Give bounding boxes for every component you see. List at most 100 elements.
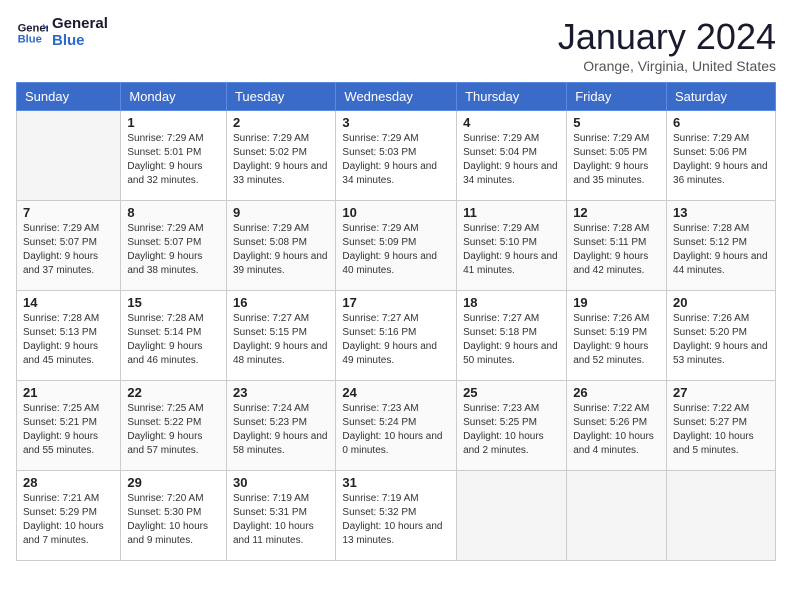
day-number: 24 xyxy=(342,385,450,400)
calendar-cell: 14Sunrise: 7:28 AMSunset: 5:13 PMDayligh… xyxy=(17,291,121,381)
calendar-cell: 26 Sunrise: 7:22 AMSunset: 5:26 PMDayligh… xyxy=(567,381,667,471)
svg-text:Blue: Blue xyxy=(18,33,42,45)
calendar-cell xyxy=(567,471,667,561)
calendar-subtitle: Orange, Virginia, United States xyxy=(558,58,776,74)
calendar-cell: 22 Sunrise: 7:25 AMSunset: 5:22 PMDayligh… xyxy=(121,381,227,471)
day-info: Sunrise: 7:29 AMSunset: 5:10 PMDaylight:… xyxy=(463,222,560,278)
day-number: 23 xyxy=(233,385,329,400)
day-info: Sunrise: 7:22 AMSunset: 5:27 PMDaylight:… xyxy=(673,402,769,458)
day-number: 28 xyxy=(23,475,114,490)
calendar-cell: 19Sunrise: 7:26 AMSunset: 5:19 PMDayligh… xyxy=(567,291,667,381)
header-day: Monday xyxy=(121,83,227,111)
calendar-cell: 10 Sunrise: 7:29 AMSunset: 5:09 PMDayligh… xyxy=(336,201,457,291)
day-number: 5 xyxy=(573,115,660,130)
day-info: Sunrise: 7:29 AMSunset: 5:03 PMDaylight:… xyxy=(342,132,450,188)
calendar-table: SundayMondayTuesdayWednesdayThursdayFrid… xyxy=(16,82,776,561)
calendar-cell: 1Sunrise: 7:29 AMSunset: 5:01 PMDaylight… xyxy=(121,111,227,201)
calendar-cell: 21 Sunrise: 7:25 AMSunset: 5:21 PMDayligh… xyxy=(17,381,121,471)
day-info: Sunrise: 7:29 AMSunset: 5:08 PMDaylight:… xyxy=(233,222,329,278)
calendar-cell: 5Sunrise: 7:29 AMSunset: 5:05 PMDaylight… xyxy=(567,111,667,201)
calendar-cell: 27 Sunrise: 7:22 AMSunset: 5:27 PMDayligh… xyxy=(667,381,776,471)
calendar-cell: 31 Sunrise: 7:19 AMSunset: 5:32 PMDayligh… xyxy=(336,471,457,561)
header-day: Tuesday xyxy=(226,83,335,111)
day-number: 7 xyxy=(23,205,114,220)
day-info: Sunrise: 7:25 AMSunset: 5:22 PMDaylight:… xyxy=(127,402,220,458)
calendar-cell: 16 Sunrise: 7:27 AMSunset: 5:15 PMDayligh… xyxy=(226,291,335,381)
calendar-cell: 15 Sunrise: 7:28 AMSunset: 5:14 PMDayligh… xyxy=(121,291,227,381)
day-info: Sunrise: 7:27 AMSunset: 5:15 PMDaylight:… xyxy=(233,312,329,368)
calendar-cell xyxy=(667,471,776,561)
calendar-cell: 18 Sunrise: 7:27 AMSunset: 5:18 PMDayligh… xyxy=(457,291,567,381)
calendar-cell: 8 Sunrise: 7:29 AMSunset: 5:07 PMDaylight… xyxy=(121,201,227,291)
header-day: Thursday xyxy=(457,83,567,111)
day-info: Sunrise: 7:28 AMSunset: 5:14 PMDaylight:… xyxy=(127,312,220,368)
calendar-week-row: 21 Sunrise: 7:25 AMSunset: 5:21 PMDayligh… xyxy=(17,381,776,471)
calendar-cell: 25Sunrise: 7:23 AMSunset: 5:25 PMDayligh… xyxy=(457,381,567,471)
calendar-cell: 17Sunrise: 7:27 AMSunset: 5:16 PMDayligh… xyxy=(336,291,457,381)
day-number: 2 xyxy=(233,115,329,130)
calendar-cell: 29 Sunrise: 7:20 AMSunset: 5:30 PMDayligh… xyxy=(121,471,227,561)
day-number: 27 xyxy=(673,385,769,400)
day-number: 12 xyxy=(573,205,660,220)
day-number: 22 xyxy=(127,385,220,400)
day-info: Sunrise: 7:28 AMSunset: 5:11 PMDaylight:… xyxy=(573,222,660,278)
calendar-cell: 23 Sunrise: 7:24 AMSunset: 5:23 PMDayligh… xyxy=(226,381,335,471)
calendar-week-row: 14Sunrise: 7:28 AMSunset: 5:13 PMDayligh… xyxy=(17,291,776,381)
day-info: Sunrise: 7:22 AMSunset: 5:26 PMDaylight:… xyxy=(573,402,660,458)
day-number: 14 xyxy=(23,295,114,310)
title-area: January 2024 Orange, Virginia, United St… xyxy=(558,16,776,74)
day-info: Sunrise: 7:29 AMSunset: 5:07 PMDaylight:… xyxy=(127,222,220,278)
calendar-cell: 4Sunrise: 7:29 AMSunset: 5:04 PMDaylight… xyxy=(457,111,567,201)
day-info: Sunrise: 7:29 AMSunset: 5:02 PMDaylight:… xyxy=(233,132,329,188)
calendar-cell: 2 Sunrise: 7:29 AMSunset: 5:02 PMDaylight… xyxy=(226,111,335,201)
header-day: Sunday xyxy=(17,83,121,111)
calendar-cell: 6 Sunrise: 7:29 AMSunset: 5:06 PMDaylight… xyxy=(667,111,776,201)
calendar-week-row: 7 Sunrise: 7:29 AMSunset: 5:07 PMDaylight… xyxy=(17,201,776,291)
logo: General Blue General Blue xyxy=(16,16,108,49)
day-info: Sunrise: 7:23 AMSunset: 5:24 PMDaylight:… xyxy=(342,402,450,458)
calendar-week-row: 1Sunrise: 7:29 AMSunset: 5:01 PMDaylight… xyxy=(17,111,776,201)
day-number: 13 xyxy=(673,205,769,220)
day-number: 9 xyxy=(233,205,329,220)
header-day: Saturday xyxy=(667,83,776,111)
calendar-cell: 7 Sunrise: 7:29 AMSunset: 5:07 PMDaylight… xyxy=(17,201,121,291)
calendar-cell xyxy=(457,471,567,561)
day-number: 21 xyxy=(23,385,114,400)
day-info: Sunrise: 7:20 AMSunset: 5:30 PMDaylight:… xyxy=(127,492,220,548)
day-info: Sunrise: 7:29 AMSunset: 5:04 PMDaylight:… xyxy=(463,132,560,188)
day-info: Sunrise: 7:28 AMSunset: 5:12 PMDaylight:… xyxy=(673,222,769,278)
day-number: 29 xyxy=(127,475,220,490)
calendar-cell: 11 Sunrise: 7:29 AMSunset: 5:10 PMDayligh… xyxy=(457,201,567,291)
day-info: Sunrise: 7:25 AMSunset: 5:21 PMDaylight:… xyxy=(23,402,114,458)
day-number: 16 xyxy=(233,295,329,310)
day-info: Sunrise: 7:26 AMSunset: 5:19 PMDaylight:… xyxy=(573,312,660,368)
calendar-cell: 24 Sunrise: 7:23 AMSunset: 5:24 PMDayligh… xyxy=(336,381,457,471)
header-day: Wednesday xyxy=(336,83,457,111)
day-number: 15 xyxy=(127,295,220,310)
day-info: Sunrise: 7:29 AMSunset: 5:06 PMDaylight:… xyxy=(673,132,769,188)
calendar-cell: 20Sunrise: 7:26 AMSunset: 5:20 PMDayligh… xyxy=(667,291,776,381)
day-info: Sunrise: 7:29 AMSunset: 5:09 PMDaylight:… xyxy=(342,222,450,278)
day-number: 8 xyxy=(127,205,220,220)
day-info: Sunrise: 7:24 AMSunset: 5:23 PMDaylight:… xyxy=(233,402,329,458)
day-number: 31 xyxy=(342,475,450,490)
day-info: Sunrise: 7:29 AMSunset: 5:01 PMDaylight:… xyxy=(127,132,220,188)
day-number: 18 xyxy=(463,295,560,310)
day-info: Sunrise: 7:19 AMSunset: 5:32 PMDaylight:… xyxy=(342,492,450,548)
day-info: Sunrise: 7:19 AMSunset: 5:31 PMDaylight:… xyxy=(233,492,329,548)
calendar-cell: 3 Sunrise: 7:29 AMSunset: 5:03 PMDaylight… xyxy=(336,111,457,201)
day-number: 6 xyxy=(673,115,769,130)
day-number: 26 xyxy=(573,385,660,400)
calendar-cell: 9 Sunrise: 7:29 AMSunset: 5:08 PMDaylight… xyxy=(226,201,335,291)
day-info: Sunrise: 7:29 AMSunset: 5:07 PMDaylight:… xyxy=(23,222,114,278)
calendar-cell xyxy=(17,111,121,201)
day-number: 10 xyxy=(342,205,450,220)
calendar-cell: 12 Sunrise: 7:28 AMSunset: 5:11 PMDayligh… xyxy=(567,201,667,291)
day-info: Sunrise: 7:27 AMSunset: 5:18 PMDaylight:… xyxy=(463,312,560,368)
day-number: 3 xyxy=(342,115,450,130)
calendar-cell: 13 Sunrise: 7:28 AMSunset: 5:12 PMDayligh… xyxy=(667,201,776,291)
logo-icon: General Blue xyxy=(16,17,48,49)
calendar-week-row: 28 Sunrise: 7:21 AMSunset: 5:29 PMDayligh… xyxy=(17,471,776,561)
day-info: Sunrise: 7:21 AMSunset: 5:29 PMDaylight:… xyxy=(23,492,114,548)
day-number: 11 xyxy=(463,205,560,220)
